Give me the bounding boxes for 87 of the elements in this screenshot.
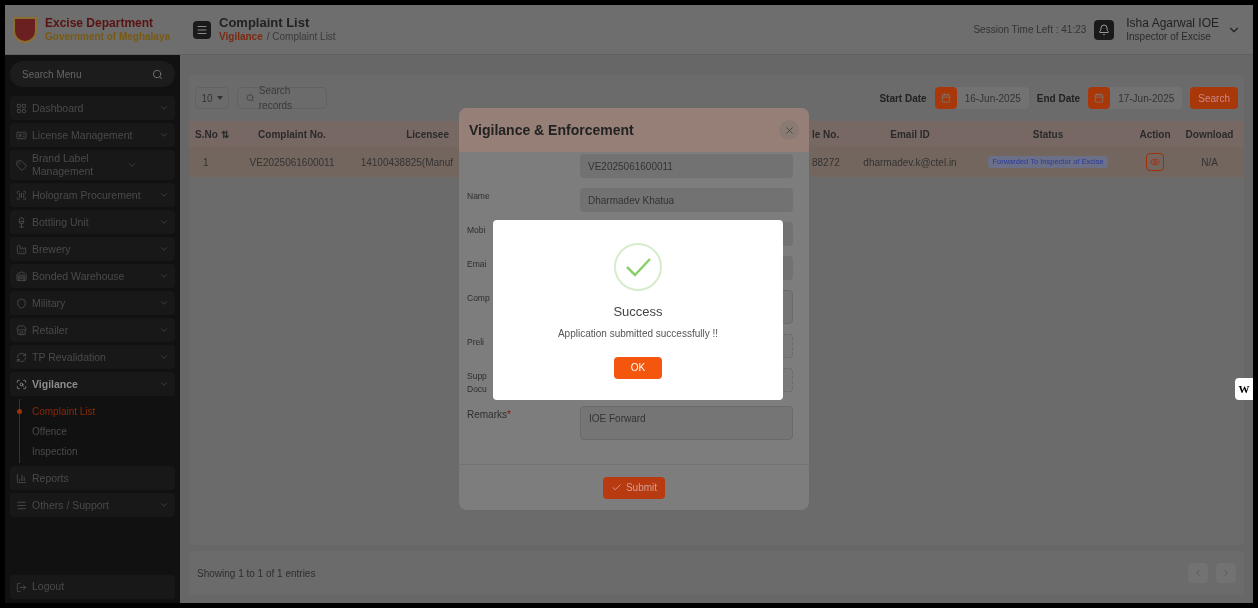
column-header: Licensee (405, 127, 450, 142)
eye-icon (1150, 157, 1160, 167)
chevron-down-icon (159, 500, 169, 510)
menu-item-icon (16, 297, 27, 309)
ok-button[interactable]: OK (614, 356, 662, 379)
session-timer: Session Time Left : 41:23 (973, 23, 1087, 37)
table-cell-text: dharmadev.k@ctel.in (862, 155, 958, 170)
user-role: Inspector of Excise (1126, 30, 1212, 44)
chevron-down-icon (159, 244, 169, 254)
chevron-down-icon (159, 190, 169, 200)
calendar-icon (940, 93, 951, 103)
table-cell-text: 1 (202, 155, 210, 170)
menu-item-icon (16, 243, 27, 255)
start-date-label: Start Date (879, 91, 927, 106)
logout-icon (16, 581, 27, 593)
emblem-icon (13, 16, 37, 43)
field-label: Preli (467, 336, 485, 349)
column-header: Email ID (889, 127, 931, 142)
chevron-down-icon (159, 352, 169, 362)
check-circle-icon (613, 242, 663, 292)
form-field[interactable]: Dharmadev Khatua (580, 188, 793, 212)
column-header: le No. (812, 127, 841, 142)
end-date-label: End Date (1036, 91, 1081, 106)
chevron-down-icon (159, 130, 169, 140)
menu-item-icon (16, 216, 27, 228)
close-icon (783, 124, 795, 136)
chevron-down-icon (159, 379, 169, 389)
menu-item-icon (16, 472, 27, 484)
menu-item-icon (16, 129, 27, 141)
menu-item-icon (16, 324, 27, 336)
dialog-title: Success (613, 303, 663, 321)
submenu-item[interactable]: Complaint List (32, 403, 96, 419)
search-button[interactable]: Search (1190, 87, 1238, 109)
caret-icon (216, 96, 223, 100)
bell-icon (1098, 23, 1111, 36)
menu-item-icon (16, 102, 27, 114)
close-button[interactable] (779, 120, 799, 140)
check-icon (610, 482, 622, 493)
search-icon (246, 93, 255, 103)
column-header: Download (1184, 127, 1235, 142)
search-icon (152, 68, 163, 80)
field-label: Name (467, 190, 489, 203)
start-date-field[interactable]: 16-Jun-2025 (934, 87, 1029, 109)
field-label: Remarks* (467, 408, 512, 421)
form-field[interactable]: VE2025061600011 (580, 154, 793, 178)
collapse-menu-icon[interactable] (193, 20, 211, 39)
table-cell-text: N/A (1200, 155, 1219, 170)
page-title: Complaint List (219, 15, 311, 32)
sidebar-item[interactable]: Vigilance (10, 372, 175, 396)
column-header: Complaint No. (257, 127, 327, 142)
column-header: Status (1031, 127, 1065, 142)
user-name: Isha Agarwal IOE (1126, 15, 1219, 31)
chevron-down-icon (159, 217, 169, 227)
field-label: Comp (467, 292, 489, 305)
brand-title: Excise Department (45, 15, 155, 31)
search-menu-field[interactable]: Search Menu (10, 61, 175, 87)
column-header[interactable]: S.No ⇅ (189, 126, 235, 142)
menu-item-icon (16, 159, 27, 171)
submit-button[interactable]: Submit (602, 476, 666, 499)
menu-item-icon (16, 270, 27, 282)
column-header: Action (1138, 127, 1172, 142)
brand-subtitle: Government of Meghalaya (45, 30, 171, 44)
form-field[interactable]: IOE Forward (580, 406, 793, 440)
menu-item-icon (16, 351, 27, 363)
chevron-down-icon (159, 103, 169, 113)
field-label: Emai (467, 258, 488, 271)
breadcrumb-item[interactable]: Vigilance (219, 31, 263, 44)
menu-item-icon (16, 189, 27, 201)
chevron-down-icon (159, 271, 169, 281)
dialog-message: Application submitted successfully !! (557, 326, 719, 341)
chevron-down-icon (159, 325, 169, 335)
chevron-down-icon (159, 298, 169, 308)
menu-item-icon (16, 499, 27, 511)
page-size-select[interactable]: 10 (195, 87, 229, 109)
field-label: Mobi (467, 224, 487, 237)
menu-item-icon (16, 378, 27, 390)
table-cell-text: 14100438825(Manuf (359, 155, 453, 170)
view-button[interactable] (1146, 153, 1164, 171)
chevron-down-icon (127, 160, 137, 170)
notification-button[interactable] (1094, 19, 1115, 40)
end-date-field[interactable]: 17-Jun-2025 (1088, 87, 1183, 109)
side-widget-button[interactable]: W (1235, 378, 1253, 400)
modal-title: Vigilance & Enforcement (469, 120, 634, 140)
table-cell-text: VE2025061600011 (248, 155, 336, 170)
table-cell-text: 88272 (812, 155, 841, 170)
field-label: Supp Docu (467, 370, 488, 396)
calendar-icon (1094, 93, 1105, 103)
